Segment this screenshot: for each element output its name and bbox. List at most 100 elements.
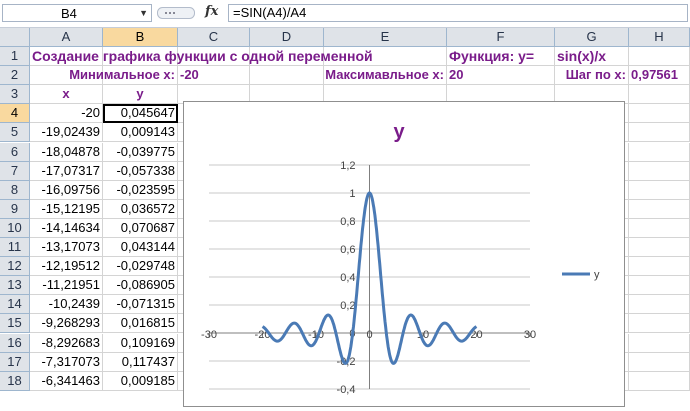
row-header-12[interactable]: 12 [0,257,30,277]
grid-cell[interactable] [629,333,690,353]
table-cell-x[interactable]: -8,292683 [30,333,103,353]
max-x-value[interactable]: 20 [447,66,555,86]
column-header-c[interactable]: C [178,28,250,47]
function-label[interactable]: Функция: y= [447,47,555,67]
y-tick-label: 0,2 [340,300,355,312]
row-header-10[interactable]: 10 [0,218,30,238]
table-cell-y[interactable]: -0,057338 [103,161,178,181]
name-box-value: B4 [61,6,77,21]
chevron-down-icon[interactable]: ▼ [139,8,148,18]
row-header-15[interactable]: 15 [0,314,30,334]
table-cell-y[interactable]: 0,070687 [103,218,178,238]
legend-label: y [594,269,600,281]
grid-cell[interactable] [629,142,690,162]
column-header-b[interactable]: B [103,28,178,47]
grid-cell[interactable] [629,352,690,372]
column-header-d[interactable]: D [250,28,324,47]
table-cell-x[interactable]: -13,17073 [30,238,103,258]
row-header-5[interactable]: 5 [0,123,30,143]
table-cell-y[interactable]: 0,009185 [103,371,178,391]
row-header-2[interactable]: 2 [0,66,30,86]
column-title-x[interactable]: x [30,85,103,105]
chart-canvas: y-0,4-0,200,20,40,60,811,2-30 -20 -10 0 10 20… [201,121,600,396]
grid-cell[interactable] [629,123,690,143]
table-cell-y[interactable]: 0,043144 [103,238,178,258]
row-header-1[interactable]: 1 [0,47,30,67]
column-header-h[interactable]: H [629,28,690,47]
table-cell-x[interactable]: -15,12195 [30,199,103,219]
table-cell-y[interactable]: -0,086905 [103,276,178,296]
table-cell-x[interactable]: -14,14634 [30,218,103,238]
row-header-3[interactable]: 3 [0,85,30,105]
table-cell-x[interactable]: -18,04878 [30,142,103,162]
step-label[interactable]: Шаг по x: [555,66,629,86]
grid-cell[interactable] [629,257,690,277]
grid-cell[interactable] [629,371,690,391]
row-header-17[interactable]: 17 [0,352,30,372]
y-tick-label: 0,8 [340,216,355,228]
table-cell-x[interactable]: -12,19512 [30,257,103,277]
table-cell-y[interactable]: 0,016815 [103,314,178,334]
min-x-label[interactable]: Минимальное x: [30,66,178,86]
chart-title: y [393,121,405,143]
row-header-9[interactable]: 9 [0,199,30,219]
max-x-label[interactable]: Максимавльное x: [250,66,447,86]
column-header-f[interactable]: F [447,28,555,47]
table-cell-y[interactable]: -0,071315 [103,295,178,315]
row-header-11[interactable]: 11 [0,238,30,258]
selected-cell[interactable]: 0,045647 [103,104,178,124]
insert-function-button[interactable]: fx [205,4,218,19]
grid-cell[interactable] [629,161,690,181]
y-tick-label: -0,4 [337,384,356,396]
splitter-handle-icon[interactable] [157,6,195,20]
grid-cell[interactable] [629,295,690,315]
column-header-g[interactable]: G [555,28,629,47]
function-value[interactable]: sin(x)/x [555,47,629,67]
table-cell-y[interactable]: -0,023595 [103,180,178,200]
select-all-corner[interactable] [0,28,30,47]
table-cell-y[interactable]: 0,009143 [103,123,178,143]
row-header-7[interactable]: 7 [0,161,30,181]
table-cell-x[interactable]: -11,21951 [30,276,103,296]
table-cell-y[interactable]: 0,117437 [103,352,178,372]
y-tick-label: 0,6 [340,244,355,256]
row-header-6[interactable]: 6 [0,142,30,162]
formula-bar: B4 ▼ fx =SIN(A4)/A4 [0,0,690,28]
table-cell-y[interactable]: 0,036572 [103,199,178,219]
grid-cell[interactable] [629,47,690,67]
step-value[interactable]: 0,97561 [629,66,690,86]
min-x-value[interactable]: -20 [178,66,250,86]
table-cell-y[interactable]: -0,029748 [103,257,178,277]
sheet-title[interactable]: Создание графика функции с одной перемен… [30,47,447,67]
chart[interactable]: y -0,4 -0,2 0 0,2 0,4 0,6 0,8 1 1,2 -30 -20 -10 0 10 20… [183,101,625,407]
table-cell-y[interactable]: -0,039775 [103,142,178,162]
table-cell-x[interactable]: -6,341463 [30,371,103,391]
grid-cell[interactable] [629,199,690,219]
row-header-16[interactable]: 16 [0,333,30,353]
grid-cell[interactable] [629,314,690,334]
name-box[interactable]: B4 ▼ [2,4,152,22]
row-header-14[interactable]: 14 [0,295,30,315]
formula-input[interactable]: =SIN(A4)/A4 [228,4,688,22]
grid-cell[interactable] [629,104,690,124]
table-cell-x[interactable]: -9,268293 [30,314,103,334]
grid-cell[interactable] [629,180,690,200]
column-title-y[interactable]: y [103,85,178,105]
table-cell-x[interactable]: -20 [30,104,103,124]
table-cell-x[interactable]: -17,07317 [30,161,103,181]
table-cell-x[interactable]: -19,02439 [30,123,103,143]
row-header-4[interactable]: 4 [0,104,30,124]
row-header-13[interactable]: 13 [0,276,30,296]
grid-cell[interactable] [629,276,690,296]
table-cell-y[interactable]: 0,109169 [103,333,178,353]
grid-cell[interactable] [629,238,690,258]
grid-cell[interactable] [629,218,690,238]
table-cell-x[interactable]: -10,2439 [30,295,103,315]
table-cell-x[interactable]: -16,09756 [30,180,103,200]
grid-cell[interactable] [629,85,690,105]
row-header-8[interactable]: 8 [0,180,30,200]
row-header-18[interactable]: 18 [0,371,30,391]
table-cell-x[interactable]: -7,317073 [30,352,103,372]
column-header-a[interactable]: A [30,28,103,47]
column-header-e[interactable]: E [324,28,447,47]
